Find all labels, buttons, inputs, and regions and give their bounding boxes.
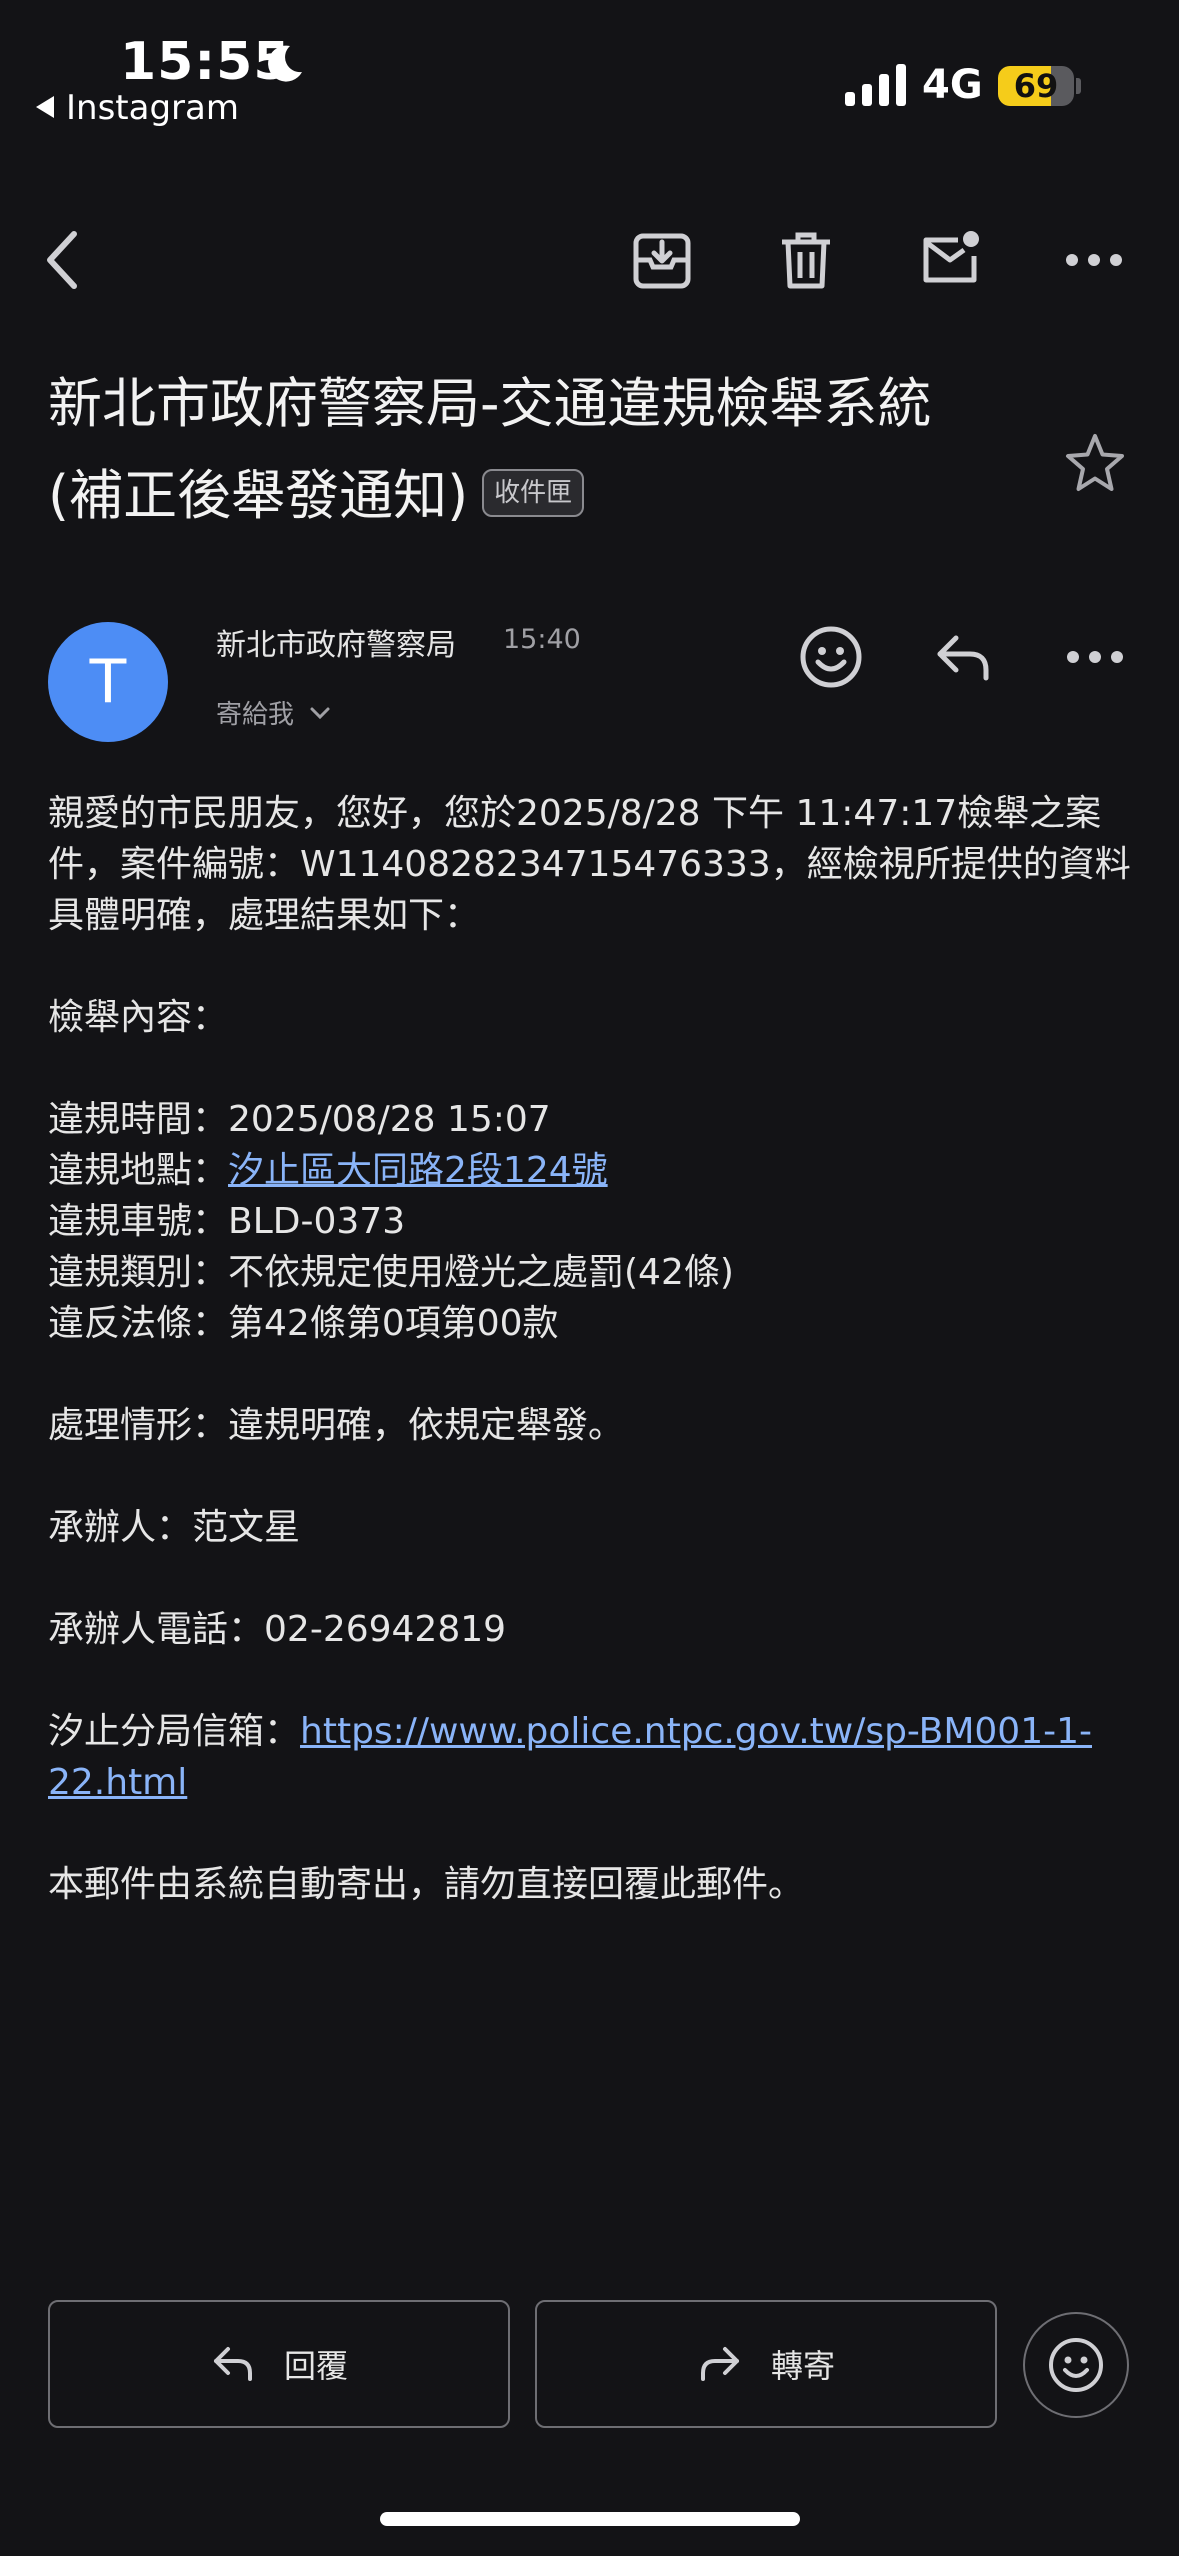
more-horizontal-icon xyxy=(1066,254,1122,266)
violation-location-label: 違規地點： xyxy=(48,1150,229,1191)
handler-row: 承辦人：范文星 xyxy=(48,1502,1138,1553)
sender-avatar[interactable]: T xyxy=(48,622,168,742)
home-indicator[interactable] xyxy=(380,2512,800,2526)
violation-location-link[interactable]: 汐止區大同路2段124號 xyxy=(228,1150,608,1191)
subject-line-2-row: (補正後舉發通知) 收件匣 xyxy=(48,450,1008,542)
violation-plate-row: 違規車號：BLD-0373 xyxy=(48,1196,1138,1247)
phone-row: 承辦人電話：02-26942819 xyxy=(48,1604,1138,1655)
moon-icon xyxy=(268,45,302,82)
mark-unread-button[interactable] xyxy=(918,228,982,292)
mailbox-row: 汐止分局信箱：https://www.police.ntpc.gov.tw/sp… xyxy=(48,1706,1138,1808)
archive-icon xyxy=(633,233,691,289)
battery-icon: 69 xyxy=(998,66,1074,106)
emoji-reaction-button[interactable] xyxy=(1023,2312,1129,2418)
recipient-toggle[interactable]: 寄給我 xyxy=(216,694,332,731)
email-body: 親愛的市民朋友，您好，您於2025/8/28 下午 11:47:17檢舉之案件，… xyxy=(48,788,1138,1910)
violation-law-row: 違反法條：第42條第0項第00款 xyxy=(48,1298,1138,1349)
sender-name: 新北市政府警察局 xyxy=(216,628,456,663)
handler-value: 范文星 xyxy=(192,1507,301,1548)
violation-plate-label: 違規車號： xyxy=(48,1201,229,1242)
violation-law-value: 第42條第0項第00款 xyxy=(228,1303,559,1344)
violation-time-label: 違規時間： xyxy=(48,1099,229,1140)
phone-value[interactable]: 02-26942819 xyxy=(264,1609,506,1650)
message-more-button[interactable] xyxy=(1062,624,1128,690)
back-triangle-icon xyxy=(36,95,54,118)
handler-label: 承辦人： xyxy=(48,1507,193,1548)
delete-button[interactable] xyxy=(774,228,838,292)
status-row: 處理情形：違規明確，依規定舉發。 xyxy=(48,1400,1138,1451)
violation-time-row: 違規時間：2025/08/28 15:07 xyxy=(48,1094,1138,1145)
reply-label: 回覆 xyxy=(283,2347,348,2385)
back-app-label: Instagram xyxy=(66,88,239,128)
violation-law-label: 違反法條： xyxy=(48,1303,229,1344)
email-subject: 新北市政府警察局-交通違規檢舉系統 (補正後舉發通知) 收件匣 xyxy=(48,358,1008,542)
subject-line-2: (補正後舉發通知) xyxy=(48,464,469,527)
subject-line-1: 新北市政府警察局-交通違規檢舉系統 xyxy=(48,372,932,435)
inbox-label-badge[interactable]: 收件匣 xyxy=(482,469,585,518)
reply-icon xyxy=(213,2347,252,2381)
mailbox-link-continued[interactable]: 22.html xyxy=(48,1762,187,1803)
archive-button[interactable] xyxy=(630,228,694,292)
battery-nub xyxy=(1076,78,1081,94)
chevron-left-icon xyxy=(47,231,77,289)
more-horizontal-icon xyxy=(1067,651,1123,663)
email-screen: 15:55 Instagram 4G 69 新北市政府警察局-交通違規檢舉系統 … xyxy=(0,0,1179,2556)
mail-unread-icon xyxy=(923,231,979,283)
phone-label: 承辦人電話： xyxy=(48,1609,265,1650)
forward-label: 轉寄 xyxy=(770,2347,835,2385)
back-to-app-button[interactable]: Instagram xyxy=(36,88,239,128)
smiley-icon xyxy=(800,626,862,688)
violation-location-row: 違規地點：汐止區大同路2段124號 xyxy=(48,1145,1138,1196)
back-button[interactable] xyxy=(34,228,98,292)
sent-time: 15:40 xyxy=(503,624,581,655)
trash-icon xyxy=(782,232,830,289)
reply-button[interactable] xyxy=(930,624,996,690)
add-reaction-button[interactable] xyxy=(798,624,864,690)
network-type: 4G xyxy=(922,62,983,108)
violation-category-row: 違規類別：不依規定使用燈光之處罰(42條) xyxy=(48,1247,1138,1298)
signal-icon xyxy=(845,64,906,106)
reply-bottom-button[interactable]: 回覆 xyxy=(48,2300,510,2428)
violation-time-value: 2025/08/28 15:07 xyxy=(228,1099,551,1140)
star-icon[interactable] xyxy=(1064,432,1126,494)
body-intro: 親愛的市民朋友，您好，您於2025/8/28 下午 11:47:17檢舉之案件，… xyxy=(48,793,1131,936)
battery-level: 69 xyxy=(1013,67,1059,105)
violation-category-label: 違規類別： xyxy=(48,1252,229,1293)
recipient-label: 寄給我 xyxy=(216,700,295,730)
more-button[interactable] xyxy=(1062,228,1126,292)
violation-plate-value: BLD-0373 xyxy=(228,1201,406,1242)
content-heading: 檢舉內容： xyxy=(48,997,229,1038)
mailbox-label: 汐止分局信箱： xyxy=(48,1711,301,1752)
forward-icon xyxy=(700,2347,739,2381)
forward-button[interactable]: 轉寄 xyxy=(535,2300,997,2428)
status-label: 處理情形： xyxy=(48,1405,229,1446)
reply-icon xyxy=(937,635,989,681)
violation-category-value: 不依規定使用燈光之處罰(42條) xyxy=(228,1252,734,1293)
mailbox-link[interactable]: https://www.police.ntpc.gov.tw/sp-BM001-… xyxy=(300,1711,1092,1752)
status-value: 違規明確，依規定舉發。 xyxy=(228,1405,625,1446)
chevron-down-icon xyxy=(310,707,330,719)
smiley-icon xyxy=(1049,2338,1103,2392)
body-footer: 本郵件由系統自動寄出，請勿直接回覆此郵件。 xyxy=(48,1864,805,1905)
